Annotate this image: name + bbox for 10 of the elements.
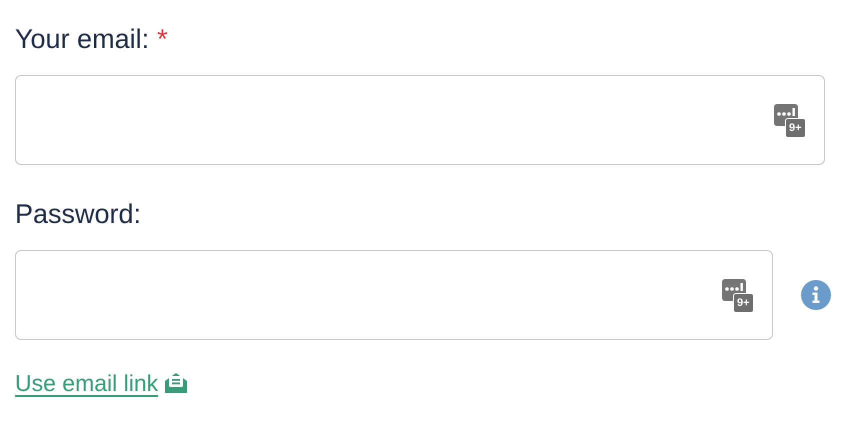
count-badge: 9+ xyxy=(785,118,806,138)
field-label: Password: xyxy=(15,199,142,230)
envelope-icon xyxy=(164,372,188,394)
count-badge: 9+ xyxy=(733,293,754,313)
email-link[interactable]: Use email link xyxy=(15,370,188,397)
input-field[interactable]: 9+ xyxy=(15,75,825,165)
required-mark: * xyxy=(157,24,168,55)
field-label: Your email: xyxy=(15,24,150,55)
input-field[interactable]: 9+ xyxy=(15,250,773,340)
info-icon[interactable] xyxy=(801,280,831,310)
